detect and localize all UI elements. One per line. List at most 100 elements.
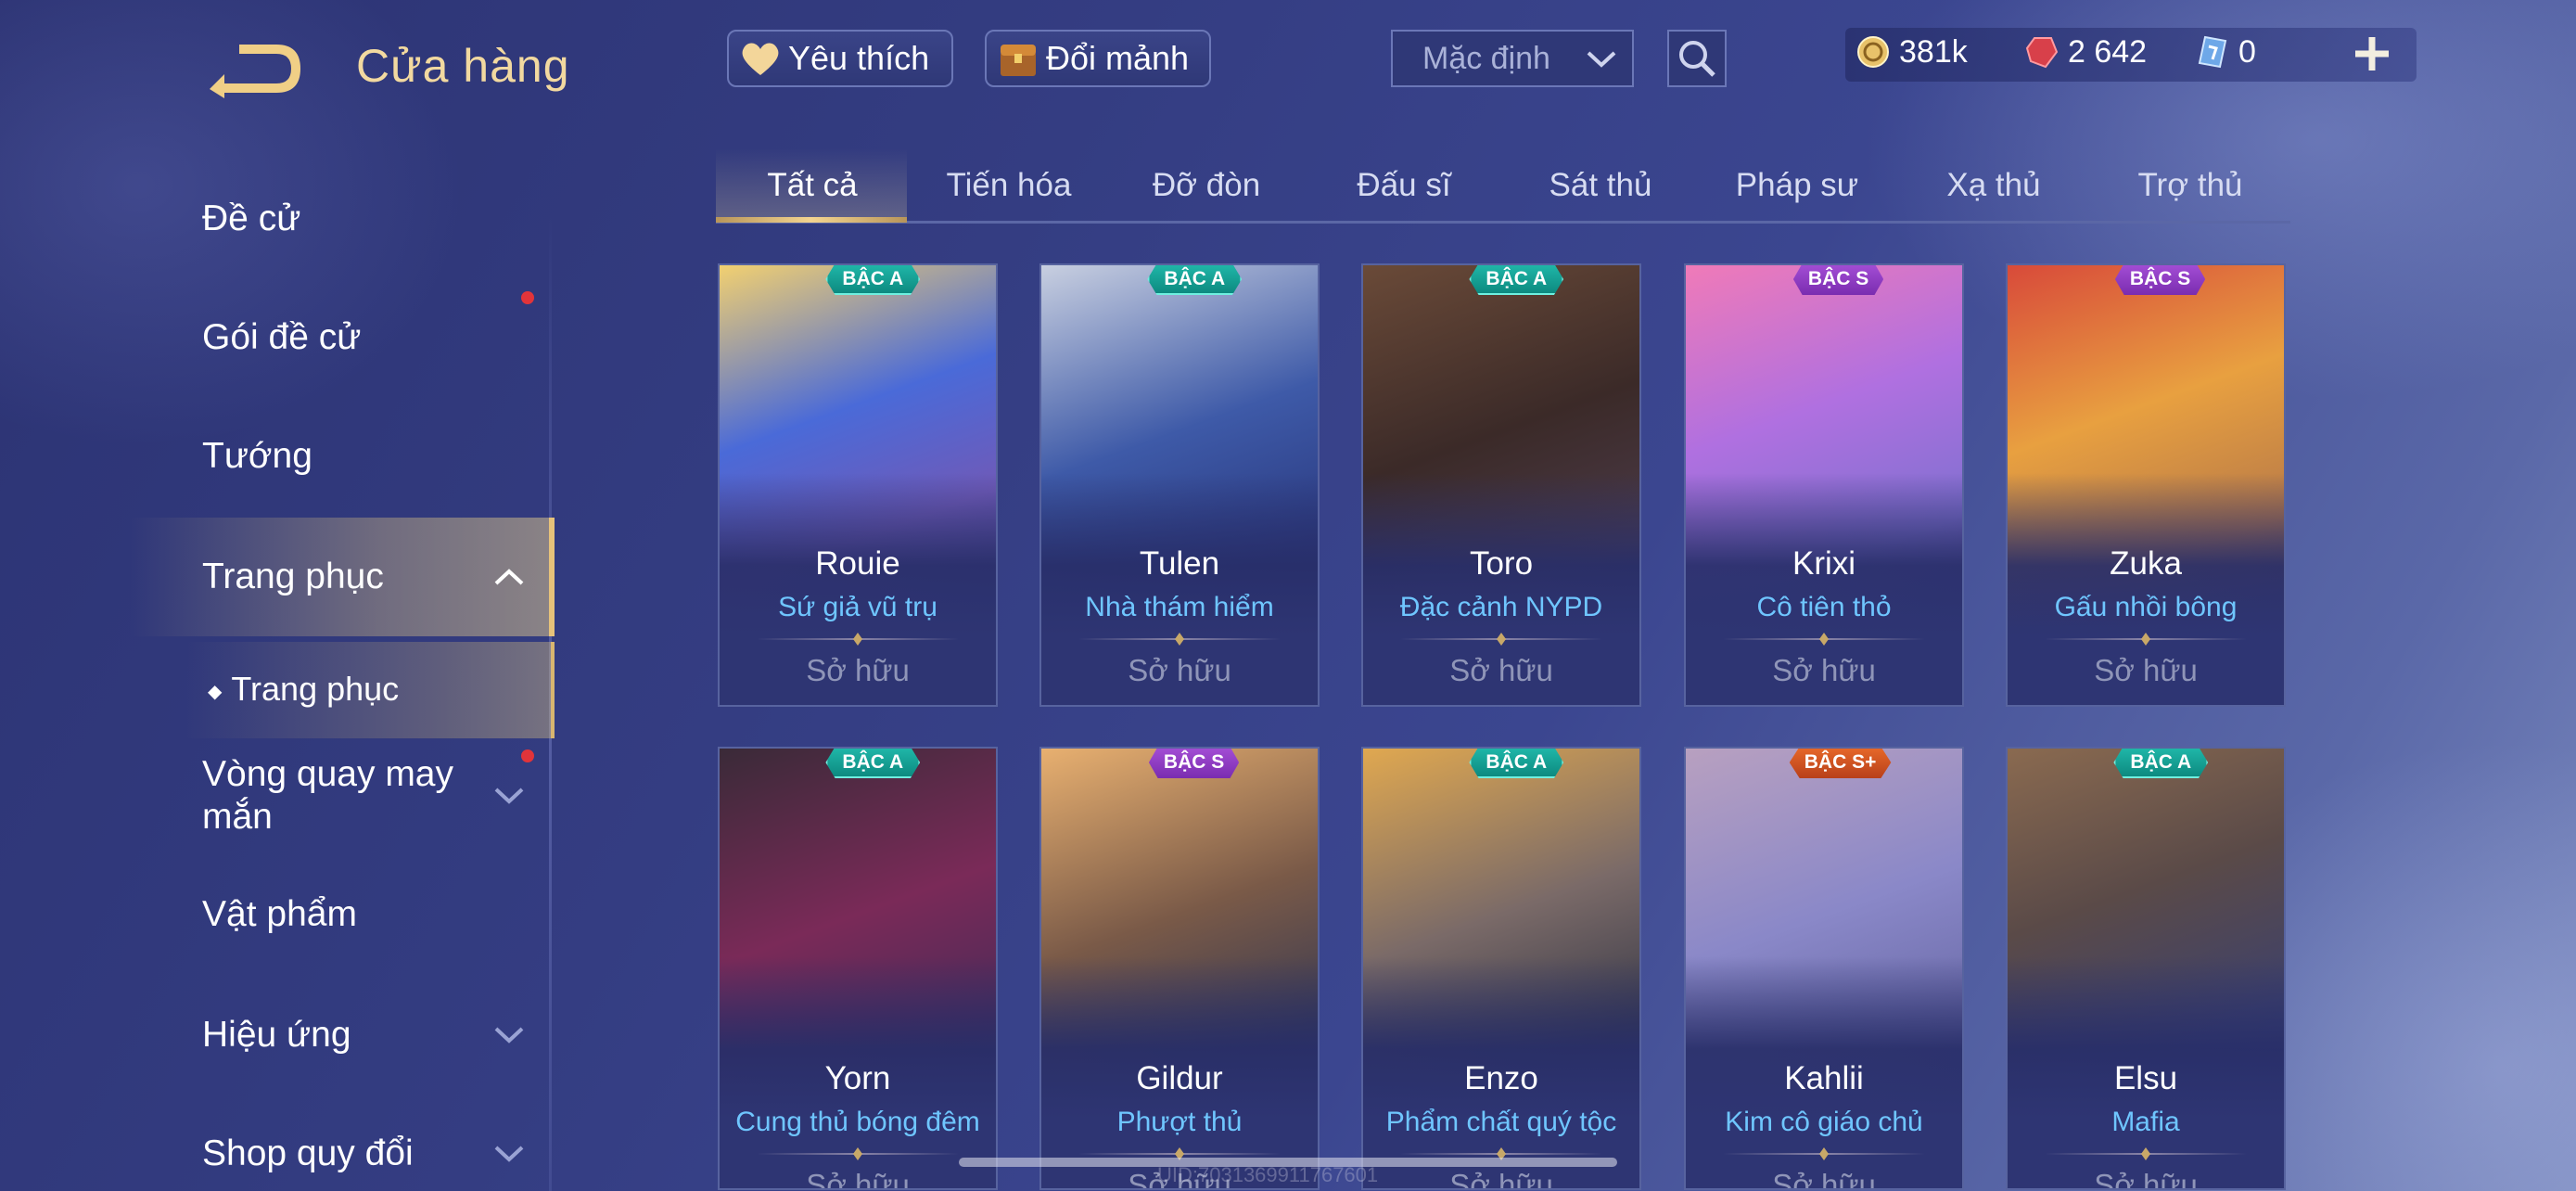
hero-name: Elsu bbox=[2113, 1060, 2178, 1096]
skin-card[interactable]: BẬC S Zuka Gấu nhồi bông Sở hữu bbox=[2006, 263, 2286, 707]
tab-phap-su[interactable]: Pháp sư bbox=[1699, 167, 1895, 204]
notification-dot bbox=[521, 749, 534, 762]
hero-name: Krixi bbox=[1792, 545, 1856, 582]
gold-currency: 381k bbox=[1855, 33, 1968, 70]
skin-card[interactable]: BẬC A Enzo Phẩm chất quý tộc Sở hữu bbox=[1361, 747, 1641, 1190]
sidebar-item-vong-quay[interactable]: Vòng quay may mắn bbox=[202, 753, 480, 839]
hero-name: Gildur bbox=[1136, 1060, 1223, 1096]
owned-status: Sở hữu bbox=[1128, 653, 1231, 687]
favorites-label: Yêu thích bbox=[788, 39, 930, 77]
add-currency-button[interactable] bbox=[2346, 28, 2398, 80]
tier-badge: BẬC A bbox=[825, 265, 921, 295]
owned-status: Sở hữu bbox=[2094, 1168, 2198, 1190]
tier-badge: BẬC S bbox=[1792, 265, 1884, 295]
sidebar-item-de-cu[interactable]: Đề cử bbox=[202, 198, 300, 239]
skin-name: Sứ giả vũ trụ bbox=[778, 592, 937, 622]
treasure-chest-icon bbox=[996, 36, 1040, 81]
fragments-label: Đổi mảnh bbox=[1046, 39, 1190, 77]
tab-xa-thu[interactable]: Xạ thủ bbox=[1895, 167, 2092, 204]
tab-tat-ca[interactable]: Tất cả bbox=[714, 167, 911, 204]
skin-card[interactable]: BẬC A Tulen Nhà thám hiểm Sở hữu bbox=[1039, 263, 1320, 707]
skin-card[interactable]: BẬC A Elsu Mafia Sở hữu bbox=[2006, 747, 2286, 1190]
skin-card[interactable]: BẬC A Toro Đặc cảnh NYPD Sở hữu bbox=[1361, 263, 1641, 707]
tabs-baseline bbox=[716, 221, 2290, 224]
tier-badge: BẬC S bbox=[1148, 749, 1240, 778]
hero-name: Toro bbox=[1469, 545, 1534, 582]
skin-name: Phẩm chất quý tộc bbox=[1385, 1107, 1617, 1137]
skin-card[interactable]: BẬC A Yorn Cung thủ bóng đêm Sở hữu bbox=[718, 747, 998, 1190]
skin-name: Kim cô giáo chủ bbox=[1725, 1107, 1923, 1137]
hero-name: Kahlii bbox=[1784, 1060, 1864, 1096]
search-icon bbox=[1679, 41, 1715, 77]
hero-name: Yorn bbox=[824, 1060, 891, 1096]
skin-card[interactable]: BẬC A Rouie Sứ giả vũ trụ Sở hữu bbox=[718, 263, 998, 707]
uid-watermark: UID:7031369911767601 bbox=[1157, 1163, 1379, 1186]
tier-badge: BẬC A bbox=[825, 749, 921, 778]
tier-badge: BẬC S bbox=[2114, 265, 2206, 295]
ruby-currency: 2 642 bbox=[2023, 33, 2147, 70]
owned-status: Sở hữu bbox=[1449, 1168, 1553, 1190]
ruby-gem-icon bbox=[2023, 33, 2060, 70]
tier-badge: BẬC S+ bbox=[1789, 749, 1892, 778]
skin-name: Cô tiên thỏ bbox=[1756, 592, 1892, 622]
favorites-button[interactable]: Yêu thích bbox=[727, 30, 953, 87]
sidebar-item-goi-de-cu[interactable]: Gói đề cử bbox=[202, 317, 361, 358]
heart-icon bbox=[738, 36, 783, 81]
sort-value: Mặc định bbox=[1422, 40, 1550, 76]
owned-status: Sở hữu bbox=[1772, 653, 1876, 687]
skin-name: Đặc cảnh NYPD bbox=[1399, 592, 1603, 622]
sidebar-item-trang-phuc[interactable]: Trang phục bbox=[202, 557, 384, 597]
skin-name: Cung thủ bóng đêm bbox=[735, 1107, 980, 1137]
sidebar-subitem-trang-phuc[interactable]: ◆ Trang phục bbox=[208, 670, 399, 709]
owned-status: Sở hữu bbox=[806, 1168, 910, 1190]
owned-status: Sở hữu bbox=[1449, 653, 1553, 687]
back-button[interactable] bbox=[202, 37, 306, 100]
sidebar-item-tuong[interactable]: Tướng bbox=[202, 436, 312, 477]
search-button[interactable] bbox=[1667, 30, 1727, 87]
tier-badge: BẬC A bbox=[1469, 749, 1564, 778]
skin-card[interactable]: BẬC S Gildur Phượt thủ Sở hữu bbox=[1039, 747, 1320, 1190]
skin-card[interactable]: BẬC S+ Kahlii Kim cô giáo chủ Sở hữu bbox=[1684, 747, 1964, 1190]
sidebar-subitem-label: Trang phục bbox=[231, 670, 400, 708]
hero-name: Enzo bbox=[1464, 1060, 1538, 1096]
skin-name: Phượt thủ bbox=[1116, 1107, 1243, 1137]
skin-name: Mafia bbox=[2111, 1107, 2180, 1137]
tab-sat-thu[interactable]: Sát thủ bbox=[1502, 167, 1699, 204]
owned-status: Sở hữu bbox=[2094, 653, 2198, 687]
tier-badge: BẬC A bbox=[2113, 749, 2209, 778]
sort-dropdown[interactable]: Mặc định bbox=[1391, 30, 1634, 87]
diamond-bullet-icon: ◆ bbox=[208, 681, 223, 702]
skin-name: Nhà thám hiểm bbox=[1085, 592, 1274, 622]
owned-status: Sở hữu bbox=[1772, 1168, 1876, 1190]
sidebar-item-hieu-ung[interactable]: Hiệu ứng bbox=[202, 1015, 351, 1056]
skin-name: Gấu nhồi bông bbox=[2054, 592, 2238, 622]
chevron-down-icon[interactable] bbox=[493, 787, 525, 805]
tier-badge: BẬC A bbox=[1147, 265, 1243, 295]
coupon-icon bbox=[2194, 33, 2231, 70]
exchange-fragments-button[interactable]: Đổi mảnh bbox=[985, 30, 1211, 87]
tab-do-don[interactable]: Đỡ đòn bbox=[1108, 167, 1305, 204]
sidebar-item-vat-pham[interactable]: Vật phẩm bbox=[202, 894, 357, 935]
notification-dot bbox=[521, 291, 534, 304]
tab-tien-hoa[interactable]: Tiến hóa bbox=[911, 167, 1107, 204]
tab-dau-si[interactable]: Đấu sĩ bbox=[1306, 167, 1502, 204]
hero-name: Rouie bbox=[815, 545, 900, 582]
plus-icon bbox=[2355, 37, 2389, 70]
page-title: Cửa hàng bbox=[356, 40, 570, 92]
chevron-up-icon[interactable] bbox=[493, 568, 525, 586]
active-tab-underline bbox=[716, 217, 907, 223]
chevron-down-icon[interactable] bbox=[493, 1026, 525, 1044]
gold-amount: 381k bbox=[1899, 33, 1968, 70]
sidebar-item-shop-quy-doi[interactable]: Shop quy đổi bbox=[202, 1133, 414, 1174]
back-arrow-icon bbox=[210, 45, 300, 98]
coupon-amount: 0 bbox=[2238, 33, 2256, 70]
chevron-down-icon[interactable] bbox=[493, 1145, 525, 1163]
gold-coin-icon bbox=[1855, 33, 1892, 70]
ruby-amount: 2 642 bbox=[2068, 33, 2148, 70]
owned-status: Sở hữu bbox=[806, 653, 910, 687]
coupon-currency: 0 bbox=[2194, 33, 2256, 70]
chevron-down-icon bbox=[1586, 41, 1617, 77]
tab-tro-thu[interactable]: Trợ thủ bbox=[2092, 167, 2289, 204]
skin-card[interactable]: BẬC S Krixi Cô tiên thỏ Sở hữu bbox=[1684, 263, 1964, 707]
hero-name: Tulen bbox=[1139, 545, 1220, 582]
